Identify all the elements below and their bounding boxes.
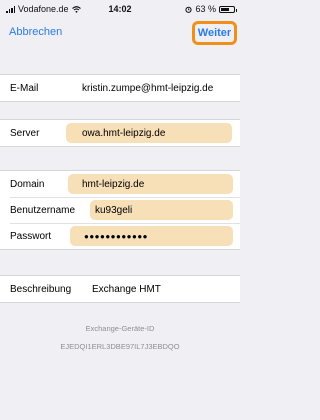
device-id-title: Exchange-Geräte-ID bbox=[85, 324, 155, 333]
alarm-icon bbox=[185, 6, 193, 13]
domain-label: Domain bbox=[10, 178, 45, 190]
status-right: 63 % bbox=[185, 4, 237, 14]
credentials-group: Domain hmt-leipzig.de Benutzername ku93g… bbox=[0, 170, 240, 250]
cancel-button[interactable]: Abbrechen bbox=[9, 26, 62, 38]
battery-percent: 63 % bbox=[195, 4, 216, 14]
device-id-value: EJEDQI1ERL3DBE97IL7J3EBDQO bbox=[60, 342, 180, 351]
email-field[interactable]: kristin.zumpe@hmt-leipzig.de bbox=[82, 83, 213, 94]
next-button[interactable]: Weiter bbox=[192, 21, 237, 45]
description-group: Beschreibung Exchange HMT bbox=[0, 275, 240, 303]
domain-row[interactable]: Domain hmt-leipzig.de bbox=[0, 171, 240, 197]
username-label: Benutzername bbox=[10, 204, 76, 216]
battery-icon bbox=[219, 5, 237, 13]
email-label: E-Mail bbox=[10, 82, 39, 94]
server-label: Server bbox=[10, 127, 40, 139]
password-row[interactable]: Passwort ●●●●●●●●●●●● bbox=[0, 223, 240, 249]
username-row[interactable]: Benutzername ku93geli bbox=[0, 197, 240, 223]
description-label: Beschreibung bbox=[10, 283, 72, 295]
navigation-bar: Abbrechen Weiter bbox=[0, 16, 240, 50]
status-bar: Vodafone.de 14:02 63 % bbox=[0, 0, 240, 16]
email-row[interactable]: E-Mail kristin.zumpe@hmt-leipzig.de bbox=[0, 75, 240, 101]
description-row[interactable]: Beschreibung Exchange HMT bbox=[0, 276, 240, 302]
password-label: Passwort bbox=[10, 230, 52, 242]
description-field[interactable]: Exchange HMT bbox=[92, 284, 161, 295]
email-group: E-Mail kristin.zumpe@hmt-leipzig.de bbox=[0, 74, 240, 102]
password-field[interactable]: ●●●●●●●●●●●● bbox=[84, 232, 148, 241]
domain-field[interactable]: hmt-leipzig.de bbox=[82, 179, 144, 190]
server-group: Server owa.hmt-leipzig.de bbox=[0, 119, 240, 147]
username-field[interactable]: ku93geli bbox=[95, 205, 132, 216]
server-field[interactable]: owa.hmt-leipzig.de bbox=[82, 128, 165, 139]
server-row[interactable]: Server owa.hmt-leipzig.de bbox=[0, 120, 240, 146]
